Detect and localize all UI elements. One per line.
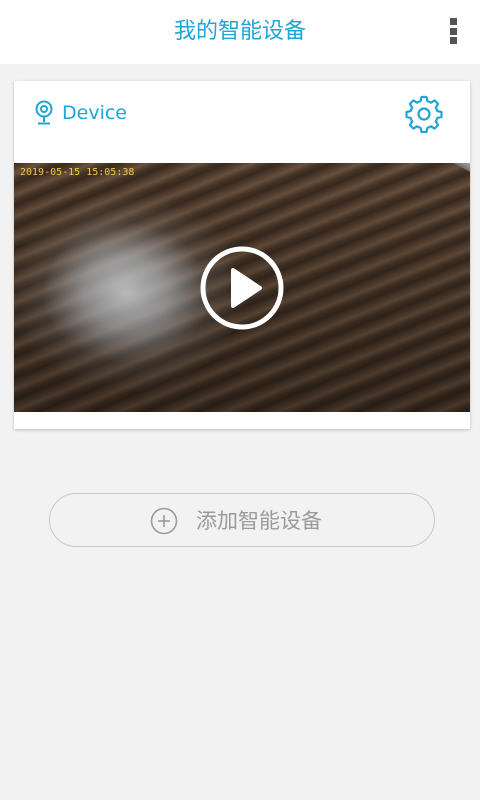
plus-circle-icon — [150, 507, 178, 535]
preview-object-edge — [393, 163, 470, 174]
more-menu-button[interactable] — [446, 16, 460, 46]
video-timestamp: 2019-05-15 15:05:38 — [20, 167, 135, 178]
page-title: 我的智能设备 — [173, 19, 306, 44]
webcam-icon — [35, 100, 53, 125]
camera-preview[interactable]: 2019-05-15 15:05:38 — [14, 163, 470, 412]
device-card: Device 2019-05-15 15:05:38 — [14, 81, 470, 429]
add-device-label: 添加智能设备 — [196, 509, 322, 533]
more-vertical-icon — [449, 18, 457, 25]
app-header: 我的智能设备 — [0, 0, 480, 64]
device-card-header: Device — [14, 81, 470, 163]
device-name[interactable]: Device — [62, 99, 127, 127]
play-circle-icon[interactable] — [199, 245, 285, 331]
add-device-button[interactable]: 添加智能设备 — [49, 493, 435, 547]
gear-icon[interactable] — [405, 95, 443, 133]
